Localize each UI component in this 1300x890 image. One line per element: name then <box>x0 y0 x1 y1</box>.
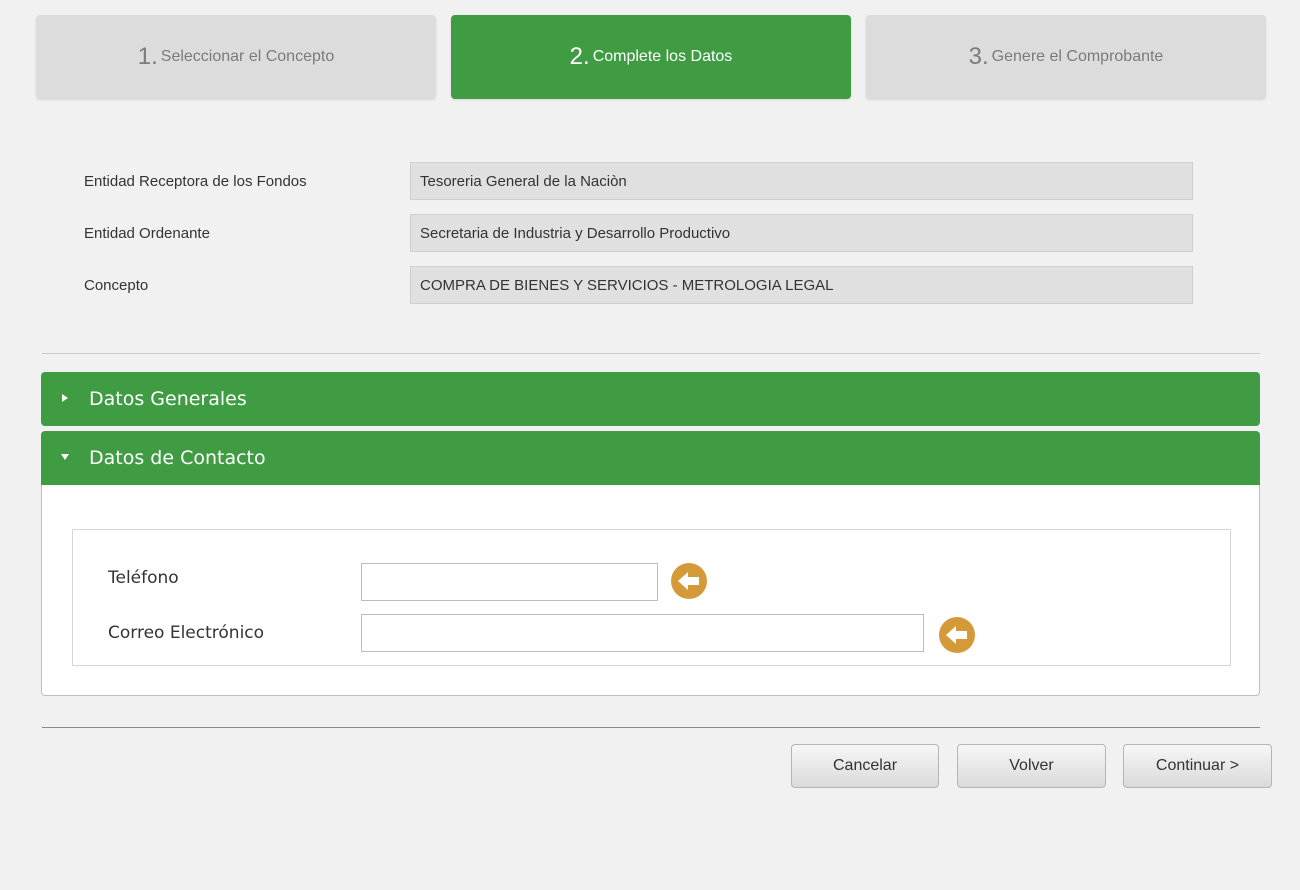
accordion-general-data-header[interactable]: Datos Generales <box>41 372 1260 426</box>
summary-panel: Entidad Receptora de los Fondos Tesoreri… <box>84 162 1193 318</box>
phone-label: Teléfono <box>108 568 179 588</box>
arrow-left-circle-icon <box>939 617 975 653</box>
back-button[interactable]: Volver <box>957 744 1106 788</box>
summary-label: Entidad Ordenante <box>84 225 210 242</box>
continue-button[interactable]: Continuar > <box>1123 744 1272 788</box>
phone-input[interactable] <box>361 563 658 601</box>
accordion-title: Datos Generales <box>89 388 247 410</box>
summary-row-concept: Concepto COMPRA DE BIENES Y SERVICIOS - … <box>84 266 1193 306</box>
step-number: 1. <box>137 43 158 70</box>
summary-value: COMPRA DE BIENES Y SERVICIOS - METROLOGI… <box>410 266 1193 304</box>
summary-label: Concepto <box>84 277 149 294</box>
accordion-contact-data-header[interactable]: Datos de Contacto <box>41 431 1260 485</box>
accordion-contact-data-body: Teléfono Correo Electrónico <box>41 485 1260 696</box>
step-number: 3. <box>968 43 989 70</box>
step-label: Genere el Comprobante <box>991 48 1164 65</box>
accordion-title: Datos de Contacto <box>89 447 266 469</box>
step-generate-receipt[interactable]: 3. Genere el Comprobante <box>866 15 1266 99</box>
summary-value: Tesoreria General de la Naciòn <box>410 162 1193 200</box>
cancel-button[interactable]: Cancelar <box>791 744 939 788</box>
triangle-right-icon <box>41 393 89 406</box>
step-number: 2. <box>569 43 590 70</box>
contact-form: Teléfono Correo Electrónico <box>72 529 1231 666</box>
summary-label: Entidad Receptora de los Fondos <box>84 173 307 190</box>
step-complete-data[interactable]: 2. Complete los Datos <box>451 15 851 99</box>
step-select-concept[interactable]: 1. Seleccionar el Concepto <box>36 15 436 99</box>
step-label: Seleccionar el Concepto <box>160 48 335 65</box>
triangle-down-icon <box>41 453 89 464</box>
email-label: Correo Electrónico <box>108 623 265 643</box>
summary-value: Secretaria de Industria y Desarrollo Pro… <box>410 214 1193 252</box>
progress-steps: 1. Seleccionar el Concepto 2. Complete l… <box>36 15 1266 99</box>
divider <box>42 353 1260 354</box>
summary-row-ordering-entity: Entidad Ordenante Secretaria de Industri… <box>84 214 1193 254</box>
step-label: Complete los Datos <box>592 48 733 65</box>
divider <box>42 727 1260 728</box>
summary-row-receiving-entity: Entidad Receptora de los Fondos Tesoreri… <box>84 162 1193 202</box>
email-input[interactable] <box>361 614 924 652</box>
arrow-left-circle-icon <box>671 563 707 599</box>
